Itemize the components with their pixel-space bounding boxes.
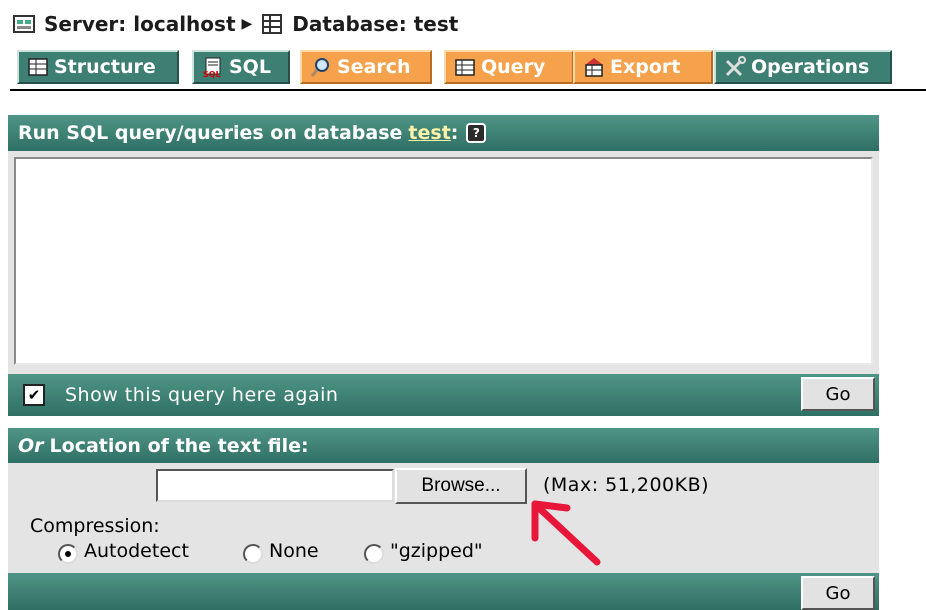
- database-link[interactable]: Database: test: [292, 12, 458, 36]
- file-go-button[interactable]: Go: [801, 576, 875, 610]
- tab-query[interactable]: Query: [444, 50, 574, 84]
- show-again-checkbox[interactable]: ✔: [23, 384, 45, 406]
- tab-operations-label: Operations: [751, 56, 870, 78]
- search-icon: [310, 56, 332, 78]
- show-again-label: Show this query here again: [65, 384, 339, 406]
- help-icon[interactable]: ?: [466, 123, 487, 143]
- breadcrumb: Server: localhost ▶ Database: test: [12, 8, 458, 40]
- svg-text:SQL: SQL: [203, 70, 221, 78]
- tab-operations[interactable]: Operations: [714, 50, 892, 84]
- file-section-or: Or: [18, 434, 44, 457]
- sql-query-textarea[interactable]: [14, 157, 873, 365]
- tab-export-label: Export: [610, 56, 681, 78]
- file-path-input[interactable]: [156, 469, 394, 502]
- file-footer-bar: [8, 573, 879, 610]
- browse-button[interactable]: Browse...: [395, 468, 527, 504]
- sql-section-colon: :: [450, 122, 459, 144]
- query-icon: [454, 56, 476, 78]
- export-icon: [583, 56, 605, 78]
- radio-none-dot[interactable]: [243, 544, 263, 564]
- tab-query-label: Query: [481, 56, 546, 78]
- compression-label: Compression:: [30, 515, 160, 537]
- tab-sql[interactable]: SQL SQL: [192, 50, 290, 84]
- server-link[interactable]: Server: localhost: [44, 12, 236, 36]
- show-again-row: ✔ Show this query here again: [8, 374, 879, 416]
- radio-none-label: None: [269, 540, 319, 562]
- tab-export[interactable]: Export: [573, 50, 713, 84]
- tab-structure[interactable]: Structure: [17, 50, 179, 84]
- structure-icon: [27, 56, 49, 78]
- database-icon: [260, 12, 284, 36]
- radio-autodetect[interactable]: Autodetect: [58, 540, 189, 564]
- radio-gzipped-dot[interactable]: [364, 544, 384, 564]
- radio-autodetect-dot[interactable]: [58, 544, 78, 564]
- file-section-header: Or Location of the text file:: [8, 428, 879, 463]
- max-size-label: (Max: 51,200KB): [543, 474, 710, 496]
- tab-divider: [10, 89, 926, 91]
- breadcrumb-arrow-icon: ▶: [241, 16, 253, 32]
- sql-icon: SQL: [202, 56, 224, 79]
- red-arrow-annotation: [531, 500, 601, 566]
- tab-search-label: Search: [337, 56, 411, 78]
- radio-gzipped[interactable]: "gzipped": [364, 540, 483, 564]
- tab-sql-label: SQL: [229, 56, 271, 78]
- radio-none[interactable]: None: [243, 540, 319, 564]
- tab-search[interactable]: Search: [300, 50, 432, 84]
- sql-section-header: Run SQL query/queries on database test :…: [8, 115, 879, 151]
- server-icon: [12, 12, 36, 36]
- tab-structure-label: Structure: [54, 56, 156, 78]
- sql-section-title: Run SQL query/queries on database: [18, 122, 403, 144]
- database-test-link[interactable]: test: [408, 122, 450, 144]
- operations-icon: [724, 56, 746, 78]
- radio-autodetect-label: Autodetect: [84, 540, 189, 562]
- file-section-title: Location of the text file:: [49, 434, 309, 457]
- sql-go-button[interactable]: Go: [801, 377, 875, 411]
- radio-gzipped-label: "gzipped": [390, 540, 483, 562]
